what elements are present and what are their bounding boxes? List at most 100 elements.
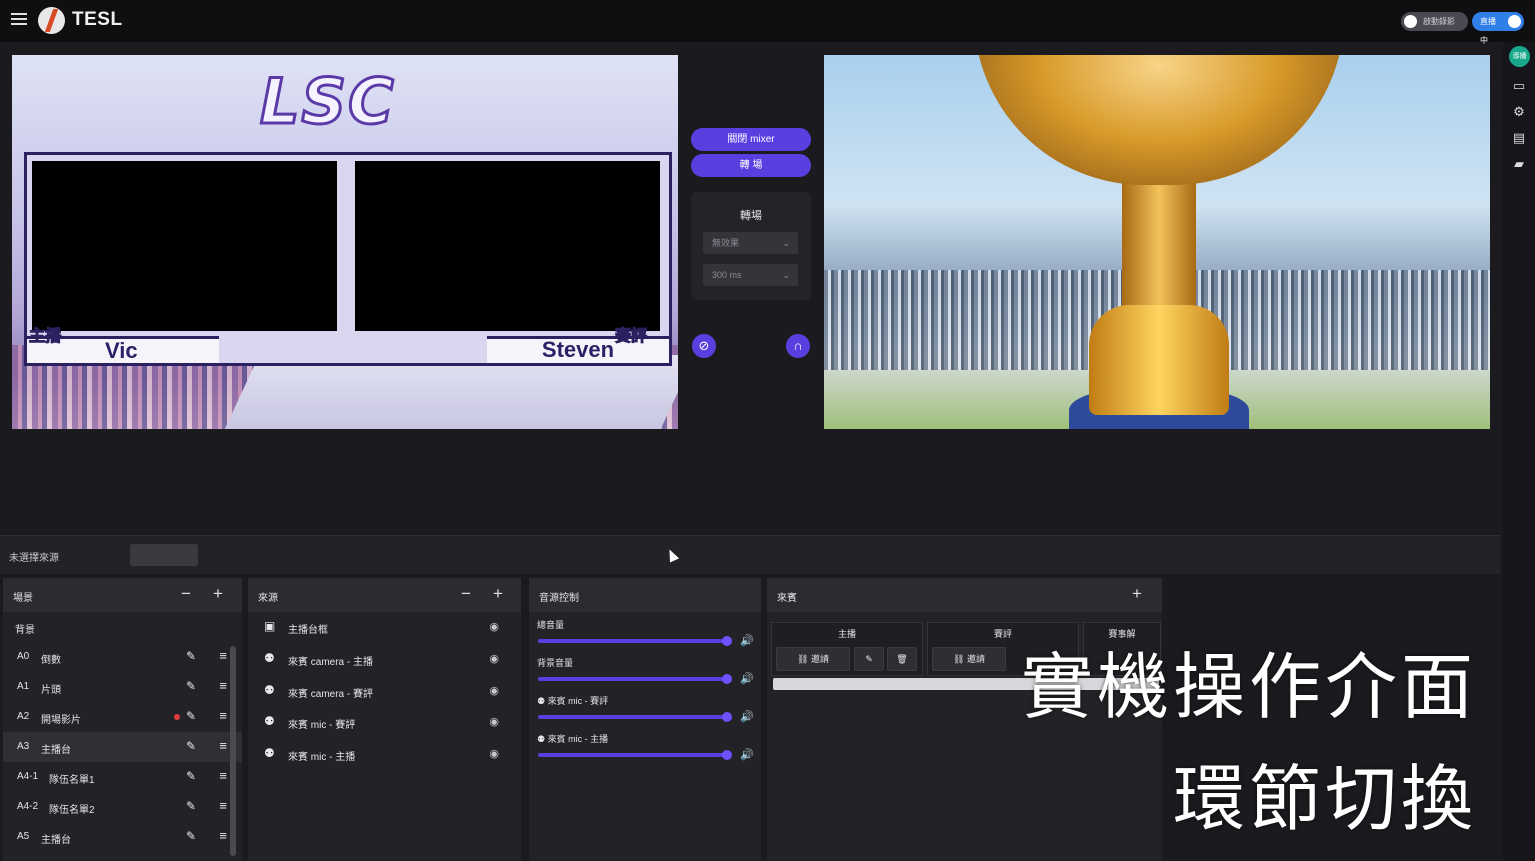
chevron-down-icon: ⌄: [782, 238, 790, 248]
gear-icon[interactable]: ⚙: [1512, 105, 1526, 119]
add-source-icon[interactable]: +: [490, 585, 506, 602]
speaker-icon[interactable]: 🔊: [740, 634, 754, 647]
menu-icon[interactable]: [11, 13, 27, 26]
eye-icon[interactable]: ◉: [489, 684, 499, 697]
scene-row[interactable]: A0 倒數 ✎ ≡: [3, 642, 242, 672]
invite-label: 邀請: [810, 654, 829, 664]
drag-handle-icon[interactable]: ≡: [219, 798, 227, 813]
eye-icon[interactable]: ◉: [489, 620, 499, 633]
scene-row[interactable]: A1 片頭 ✎ ≡: [3, 672, 242, 702]
drag-handle-icon[interactable]: ≡: [219, 708, 227, 723]
pencil-icon[interactable]: ✎: [186, 649, 196, 663]
caster-name-left: Vic: [105, 338, 138, 363]
source-row[interactable]: ▣ 主播台框 ◉: [248, 612, 521, 642]
scene-key: A4-2: [17, 801, 39, 812]
scene-name: 隊伍名單2: [49, 805, 95, 816]
scene-row[interactable]: A4-2 隊伍名單2 ✎ ≡: [3, 792, 242, 822]
guests-header: 來賓 +: [767, 578, 1162, 612]
effect-select[interactable]: 無效果 ⌄: [703, 232, 798, 254]
pencil-icon[interactable]: ✎: [186, 739, 196, 753]
scene-row-background[interactable]: 背景: [3, 612, 242, 642]
scene-row[interactable]: A2 開場影片 ✎ ≡: [3, 702, 242, 732]
drag-handle-icon[interactable]: ≡: [219, 828, 227, 843]
background-volume-slider[interactable]: [538, 674, 732, 684]
master-volume-slider[interactable]: [538, 636, 732, 646]
pencil-icon[interactable]: ✎: [186, 709, 196, 723]
scene-row-selected[interactable]: A3 主播台 ✎ ≡: [3, 732, 242, 762]
avatar[interactable]: 導播: [1509, 46, 1530, 67]
guest-mic-commentator-slider[interactable]: [538, 712, 732, 722]
app-logo-text: TESL: [72, 9, 123, 30]
source-row[interactable]: ⚉ 來賓 camera - 主播 ◉: [248, 644, 521, 674]
headphones-off-icon[interactable]: ⊘: [692, 334, 716, 358]
record-toggle[interactable]: 啟動錄影: [1401, 12, 1468, 31]
trophy-stem: [1122, 180, 1196, 310]
eye-icon[interactable]: ◉: [489, 652, 499, 665]
camera-feed-left: [32, 161, 337, 331]
live-toggle[interactable]: 直播中: [1472, 12, 1524, 45]
source-name: 來賓 mic - 賽評: [288, 720, 356, 731]
scene-background-label: 背景: [15, 625, 35, 636]
guest-card-host: 主播 ⛓ 邀請 ✎ 🗑: [771, 622, 923, 676]
source-name: 來賓 camera - 主播: [288, 657, 374, 668]
scene-name: 隊伍名單1: [49, 775, 95, 786]
source-name: 主播台框: [288, 625, 328, 636]
guest-card-title: 主播: [837, 629, 856, 639]
drag-handle-icon[interactable]: ≡: [219, 768, 227, 783]
scene-row[interactable]: A4-1 隊伍名單1 ✎ ≡: [3, 762, 242, 792]
scene-row[interactable]: A5 主播台 ✎ ≡: [3, 822, 242, 852]
audio-title: 音源控制: [539, 593, 579, 604]
pencil-icon[interactable]: ✎: [854, 647, 884, 671]
slider-thumb[interactable]: [722, 712, 732, 722]
source-row[interactable]: ⚉ 來賓 mic - 賽評 ◉: [248, 707, 521, 737]
preview-monitor[interactable]: LSC Vic Steven 主播 賽評: [12, 55, 678, 429]
remove-source-icon[interactable]: −: [458, 585, 474, 602]
duration-select-value: 300 ms: [712, 270, 742, 280]
person-icon: ⚉: [264, 714, 275, 728]
add-guest-icon[interactable]: +: [1129, 585, 1145, 602]
eye-icon[interactable]: ◉: [489, 715, 499, 728]
eye-icon[interactable]: ◉: [489, 747, 499, 760]
remove-scene-icon[interactable]: −: [178, 585, 194, 602]
selected-source-label: 未選擇來源: [9, 553, 59, 564]
invite-button[interactable]: ⛓ 邀請: [776, 647, 850, 671]
invite-button[interactable]: ⛓ 邀請: [932, 647, 1006, 671]
scenes-header: 場景 − +: [3, 578, 242, 612]
person-icon: ⚉: [264, 746, 275, 760]
effect-select-value: 無效果: [712, 238, 740, 248]
top-bar: TESL 啟動錄影 直播中: [0, 0, 1535, 45]
speaker-icon[interactable]: 🔊: [740, 672, 754, 685]
slider-thumb[interactable]: [722, 636, 732, 646]
document-icon[interactable]: ▤: [1512, 131, 1526, 145]
source-row[interactable]: ⚉ 來賓 mic - 主播 ◉: [248, 739, 521, 769]
source-row[interactable]: ⚉ 來賓 camera - 賽評 ◉: [248, 676, 521, 706]
guest-mic-host-label: ⚉ 來賓 mic - 主播: [537, 734, 609, 744]
pencil-icon[interactable]: ✎: [186, 679, 196, 693]
drag-handle-icon[interactable]: ≡: [219, 678, 227, 693]
speaker-icon[interactable]: 🔊: [740, 710, 754, 723]
folder-icon[interactable]: ▰: [1512, 157, 1526, 171]
drag-handle-icon[interactable]: ≡: [219, 738, 227, 753]
pencil-icon[interactable]: ✎: [186, 769, 196, 783]
trash-icon[interactable]: 🗑: [887, 647, 917, 671]
drag-handle-icon[interactable]: ≡: [219, 648, 227, 663]
source-action-chip[interactable]: [130, 544, 198, 566]
speaker-icon[interactable]: 🔊: [740, 748, 754, 761]
pencil-icon[interactable]: ✎: [186, 829, 196, 843]
slider-thumb[interactable]: [722, 750, 732, 760]
guest-mic-commentator-label: ⚉ 來賓 mic - 賽評: [537, 696, 609, 706]
close-mixer-button[interactable]: 關閉 mixer: [691, 128, 811, 151]
person-icon: ⚉: [264, 683, 275, 697]
add-scene-icon[interactable]: +: [210, 585, 226, 602]
guest-mic-host-slider[interactable]: [538, 750, 732, 760]
role-label-left: 主播: [28, 328, 62, 346]
headphones-icon[interactable]: ∩: [786, 334, 810, 358]
duration-select[interactable]: 300 ms ⌄: [703, 264, 798, 286]
pencil-icon[interactable]: ✎: [186, 799, 196, 813]
lsc-logo: LSC: [259, 64, 396, 140]
scenes-scrollbar[interactable]: [230, 646, 236, 856]
transition-button[interactable]: 轉 場: [691, 154, 811, 177]
slider-thumb[interactable]: [722, 674, 732, 684]
transition-title: 轉場: [740, 210, 762, 222]
chat-icon[interactable]: ▭: [1512, 79, 1526, 93]
